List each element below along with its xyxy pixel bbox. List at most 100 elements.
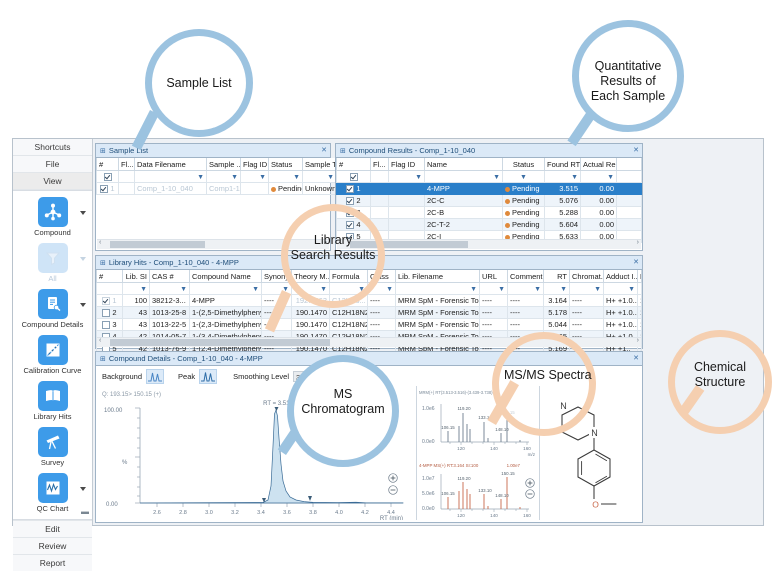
sidebar-footer-edit[interactable]: Edit (13, 520, 92, 537)
col-adduct[interactable]: Adduct I... (603, 270, 638, 283)
col-lib-si[interactable]: Lib. SI (122, 270, 150, 283)
sidebar-item-survey[interactable]: Survey (13, 427, 92, 468)
table-row[interactable]: 1 Comp_1-10_040 Comp1-10 Pending Unknown (96, 182, 337, 195)
row-check[interactable]: 1 (96, 182, 119, 195)
sidebar-item-compound[interactable]: Compound (13, 197, 92, 238)
compound-details-caret-icon[interactable] (80, 303, 86, 307)
filter-status[interactable]: ▼ (502, 170, 545, 183)
col-name[interactable]: Name (424, 158, 503, 171)
col-flag-id[interactable]: Flag ID (388, 158, 425, 171)
col-comment[interactable]: Comment (507, 270, 544, 283)
scroll-thumb[interactable] (110, 241, 205, 248)
col-precursor[interactable]: Precursor (637, 270, 642, 283)
col-flag[interactable]: Fl... (118, 158, 135, 171)
table-row[interactable]: 4 2C-T-2 Pending 5.604 0.00 (336, 218, 642, 231)
col-url[interactable]: URL (479, 270, 508, 283)
compound-caret-icon[interactable] (80, 211, 86, 215)
filter-url[interactable]: ▼ (479, 282, 508, 295)
all-caret-icon[interactable] (80, 257, 86, 261)
sidebar-item-calibration-curve[interactable]: Calibration Curve (13, 335, 92, 376)
scroll-left-icon[interactable]: ‹ (99, 239, 101, 246)
col-index[interactable]: # (96, 270, 123, 283)
filter-lib-si[interactable]: ▼ (122, 282, 150, 295)
sidebar-footer-review[interactable]: Review (13, 537, 92, 554)
qc-chart-caret-icon[interactable] (80, 487, 86, 491)
col-lib-filename[interactable]: Lib. Filename (395, 270, 480, 283)
table-row[interactable]: 3 2C-B Pending 5.288 0.00 (336, 206, 642, 219)
row-check[interactable]: 1 (336, 182, 371, 195)
scroll-right-icon[interactable]: › (637, 239, 639, 246)
filter-flag[interactable] (370, 170, 389, 183)
filter-flag[interactable] (118, 170, 135, 183)
filter-precursor[interactable] (637, 282, 642, 295)
table-row[interactable]: 2 43 1013-25-8 1-(2,5-Dimethylpheny... -… (96, 306, 642, 319)
sidebar-header-shortcuts[interactable]: Shortcuts (13, 139, 92, 156)
filter-select-all[interactable] (336, 170, 371, 183)
sidebar-item-compound-details[interactable]: Compound Details (13, 289, 92, 330)
close-icon[interactable]: ✕ (633, 352, 639, 365)
filter-index[interactable] (96, 282, 123, 295)
row-check[interactable]: 1 (96, 294, 123, 307)
sidebar-footer-report[interactable]: Report (13, 554, 92, 571)
table-row[interactable]: 1 4-MPP Pending 3.515 0.00 (336, 182, 642, 195)
library-hits-title: Library Hits - Comp_1-10_040 - 4-MPP (108, 258, 239, 267)
col-sample-type[interactable]: Sample T... (302, 158, 337, 171)
row-check[interactable]: 2 (96, 306, 123, 319)
filter-adduct[interactable]: ▼ (603, 282, 638, 295)
filter-compound-name[interactable]: ▼ (189, 282, 262, 295)
compound-results-titlebar[interactable]: ⊞ Compound Results - Comp_1-10_040 ✕ (336, 144, 642, 158)
close-icon[interactable]: ✕ (633, 256, 639, 269)
col-data-filename[interactable]: Data Filename (134, 158, 207, 171)
filter-actual[interactable]: ▼ (580, 170, 617, 183)
close-icon[interactable]: ✕ (633, 144, 639, 157)
filter-sample[interactable]: ▼ (206, 170, 241, 183)
row-check[interactable]: 3 (96, 318, 123, 331)
col-actual[interactable]: Actual Re... (580, 158, 617, 171)
close-icon[interactable]: ✕ (321, 144, 327, 157)
scroll-left-icon[interactable]: ‹ (99, 337, 101, 344)
sidebar-collapse-icon[interactable]: ▬ (81, 507, 89, 516)
table-row[interactable]: 3 43 1013-22-5 1-(2,3-Dimethylpheny... -… (96, 318, 642, 331)
background-peak-icon[interactable] (146, 368, 165, 384)
pin-icon[interactable]: ⊞ (100, 148, 106, 155)
col-flag[interactable]: Fl... (370, 158, 389, 171)
col-index[interactable]: # (336, 158, 371, 171)
peak-icon[interactable] (199, 368, 218, 384)
filter-cas[interactable]: ▼ (149, 282, 190, 295)
filter-chromat[interactable]: ▼ (569, 282, 604, 295)
filter-status[interactable]: ▼ (268, 170, 303, 183)
col-flag-id[interactable]: Flag ID (240, 158, 269, 171)
pin-icon[interactable]: ⊞ (100, 356, 106, 363)
measured-ytick-top: 1.0e6 (422, 406, 435, 412)
col-compound-name[interactable]: Compound Name (189, 270, 262, 283)
sidebar-item-library-hits[interactable]: Library Hits (13, 381, 92, 422)
scroll-thumb[interactable] (110, 339, 330, 346)
sample-list-titlebar[interactable]: ⊞ Sample List ✕ (96, 144, 330, 158)
col-cas[interactable]: CAS # (149, 270, 190, 283)
scroll-right-icon[interactable]: › (637, 337, 639, 344)
col-status[interactable]: Status (268, 158, 303, 171)
sidebar-header-view[interactable]: View (13, 173, 92, 190)
filter-lib-filename[interactable]: ▼ (395, 282, 480, 295)
col-found-rt[interactable]: Found RT (544, 158, 581, 171)
filter-comment[interactable]: ▼ (507, 282, 544, 295)
filter-flag-id[interactable]: ▼ (388, 170, 425, 183)
filter-found-rt[interactable]: ▼ (544, 170, 581, 183)
col-status[interactable]: Status (502, 158, 545, 171)
filter-rt[interactable]: ▼ (543, 282, 570, 295)
filter-flag-id[interactable]: ▼ (240, 170, 269, 183)
sidebar-item-all[interactable]: All (13, 243, 92, 284)
col-rt[interactable]: RT (543, 270, 570, 283)
filter-name[interactable]: ▼ (424, 170, 503, 183)
pin-icon[interactable]: ⊞ (100, 260, 106, 267)
filter-data-filename[interactable]: ▼ (134, 170, 207, 183)
filter-select-all[interactable] (96, 170, 119, 183)
table-row[interactable]: 2 2C-C Pending 5.076 0.00 (336, 194, 642, 207)
col-index[interactable]: # (96, 158, 119, 171)
col-chromat[interactable]: Chromat... (569, 270, 604, 283)
table-row[interactable]: 1 100 38212-3... 4-MPP ---- 192.1263 C12… (96, 294, 642, 307)
pin-icon[interactable]: ⊞ (340, 148, 346, 155)
col-sample[interactable]: Sample ... (206, 158, 241, 171)
filter-sample-type[interactable]: ▼ (302, 170, 337, 183)
sidebar-header-file[interactable]: File (13, 156, 92, 173)
